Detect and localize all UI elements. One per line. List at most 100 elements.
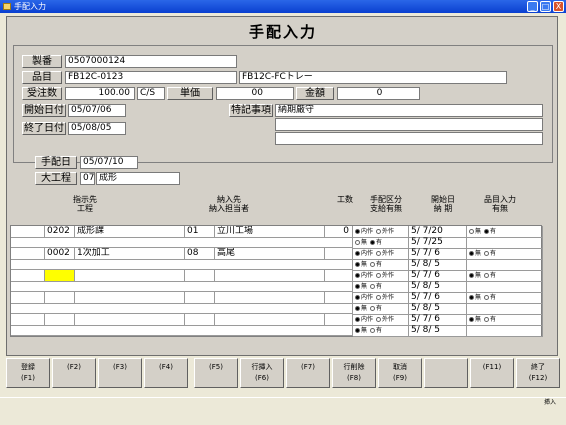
hinmoku-radio-0[interactable]: 無 xyxy=(469,294,481,301)
hinmoku-radio-1[interactable]: 有 xyxy=(484,316,496,323)
shikyu-radio-1[interactable]: 有 xyxy=(370,239,382,246)
tanka-label: 単価 xyxy=(167,87,213,100)
hinmoku-radio-0[interactable]: 無 xyxy=(469,316,481,323)
note-line-1[interactable]: 納期厳守 xyxy=(275,104,543,117)
radio-dot-icon xyxy=(370,284,376,289)
fkey-button-1[interactable]: 登録 (F1) xyxy=(6,358,50,388)
tehai-radio-0[interactable]: 内作 xyxy=(355,294,373,301)
fkey-button-8[interactable]: 行削除 (F8) xyxy=(332,358,376,388)
tehai-radio-0[interactable]: 内作 xyxy=(355,316,373,323)
hinmoku-code-field[interactable]: FB12C-0123 xyxy=(65,71,237,84)
tehai-radio-label: 内作 xyxy=(361,228,374,235)
hinmoku-radio-1[interactable]: 有 xyxy=(484,294,496,301)
shikyu-radio-1[interactable]: 有 xyxy=(370,305,382,312)
tehai-date-field[interactable]: 05/07/10 xyxy=(80,156,138,169)
juchusu-label: 受注数 xyxy=(22,87,62,100)
radio-dot-icon xyxy=(355,295,360,300)
end-date-label: 終了日付 xyxy=(22,122,66,135)
fkey-key: (F12) xyxy=(528,374,548,382)
fkey-button-9[interactable]: 取消 (F9) xyxy=(378,358,422,388)
tehai-radio-1[interactable]: 外作 xyxy=(376,250,394,257)
hinmoku-radio-1[interactable]: 有 xyxy=(484,250,496,257)
col-nonyu-header: 納入先 納入担当者 xyxy=(199,195,259,213)
tehai-radio-1[interactable]: 外作 xyxy=(376,272,394,279)
tehai-radio-label: 外作 xyxy=(382,316,395,323)
radio-dot-icon xyxy=(469,317,474,322)
fkey-key: (F9) xyxy=(393,374,407,382)
radio-dot-icon xyxy=(469,295,474,300)
process-name-field[interactable]: 成形 xyxy=(96,172,180,185)
juchusu-field[interactable]: 100.00 xyxy=(65,87,135,100)
seiban-field[interactable]: 0507000124 xyxy=(65,55,237,68)
radio-dot-icon xyxy=(484,251,490,256)
close-button[interactable]: X xyxy=(553,1,564,12)
tehai-radio-0[interactable]: 内作 xyxy=(355,250,373,257)
fkey-button-3[interactable]: (F3) xyxy=(98,358,142,388)
shikyu-radio-0[interactable]: 無 xyxy=(355,283,367,290)
hinmoku-radio-1[interactable]: 有 xyxy=(484,228,496,235)
fkey-button-12[interactable]: 終了 (F12) xyxy=(516,358,560,388)
fkey-button-6[interactable]: 行挿入 (F6) xyxy=(240,358,284,388)
shikyu-radio-label: 無 xyxy=(361,327,368,334)
tehai-radio-0[interactable]: 内作 xyxy=(355,272,373,279)
radio-dot-icon xyxy=(370,262,376,267)
fkey-key: (F7) xyxy=(301,363,315,371)
hinmoku-radio-0[interactable]: 無 xyxy=(469,228,481,235)
fkey-key: (F8) xyxy=(347,374,361,382)
shikyu-radio-0[interactable]: 無 xyxy=(355,239,367,246)
shikyu-radio-1[interactable]: 有 xyxy=(370,327,382,334)
radio-dot-icon xyxy=(469,273,474,278)
radio-dot-icon xyxy=(484,317,490,322)
hinmoku-radio-label: 有 xyxy=(490,294,497,301)
fkey-label: 登録 xyxy=(21,363,35,371)
tehai-radio-label: 外作 xyxy=(382,272,395,279)
due-date-cell[interactable]: 5/ 8/ 5 xyxy=(409,325,467,337)
tanka-field[interactable]: 00 xyxy=(216,87,294,100)
col-kosu-header: 工数 xyxy=(333,195,357,204)
fkey-key: (F6) xyxy=(255,374,269,382)
radio-dot-icon xyxy=(376,251,382,256)
kingaku-field[interactable]: 0 xyxy=(337,87,420,100)
tehai-radio-1[interactable]: 外作 xyxy=(376,316,394,323)
seiban-label: 製番 xyxy=(22,55,62,68)
fkey-button-10[interactable] xyxy=(424,358,468,388)
tehai-radio-1[interactable]: 外作 xyxy=(376,228,394,235)
process-code-field[interactable]: 07 xyxy=(80,172,95,185)
fkey-button-4[interactable]: (F4) xyxy=(144,358,188,388)
end-date-field[interactable]: 05/08/05 xyxy=(68,122,126,135)
note-line-3[interactable] xyxy=(275,132,543,145)
hinmoku-name-field[interactable]: FB12C-FCトレー xyxy=(239,71,507,84)
fkey-button-2[interactable]: (F2) xyxy=(52,358,96,388)
col-kubun-header: 手配区分 支給有無 xyxy=(359,195,413,213)
shikyu-radio-0[interactable]: 無 xyxy=(355,305,367,312)
hinmoku-radio-label: 有 xyxy=(490,228,497,235)
hinmoku-radio-1[interactable]: 有 xyxy=(484,272,496,279)
minimize-button[interactable]: _ xyxy=(527,1,538,12)
hinmoku-label: 品目 xyxy=(22,71,62,84)
fkey-button-5[interactable]: (F5) xyxy=(194,358,238,388)
shikyu-radio-1[interactable]: 有 xyxy=(370,261,382,268)
shikyu-radio-1[interactable]: 有 xyxy=(370,283,382,290)
hinmoku-radio-0[interactable]: 無 xyxy=(469,250,481,257)
radio-dot-icon xyxy=(370,306,376,311)
detail-grid: 0202 成形課 01 立川工場 0 内作 外作無有 5/ 7/20 5/ 7/25 無有 0002… xyxy=(10,225,543,337)
function-key-bar: 登録 (F1) (F2) (F3) (F4) (F5) 行挿入 (F6) (F7) 行削除 (F8)… xyxy=(0,358,566,388)
hinmoku-radio-label: 無 xyxy=(475,250,482,257)
fkey-key: (F11) xyxy=(482,363,502,371)
col-kubun-line2: 支給有無 xyxy=(370,204,402,213)
maximize-button[interactable]: □ xyxy=(540,1,551,12)
hinmoku-radio-0[interactable]: 無 xyxy=(469,272,481,279)
tehai-radio-1[interactable]: 外作 xyxy=(376,294,394,301)
note-line-2[interactable] xyxy=(275,118,543,131)
app-icon xyxy=(3,3,11,10)
shikyu-radio-0[interactable]: 無 xyxy=(355,327,367,334)
tehai-radio-0[interactable]: 内作 xyxy=(355,228,373,235)
start-date-field[interactable]: 05/07/06 xyxy=(68,104,126,117)
fkey-label: 取消 xyxy=(393,363,407,371)
fkey-button-11[interactable]: (F11) xyxy=(470,358,514,388)
unit-field[interactable]: C/S xyxy=(137,87,165,100)
fkey-button-7[interactable]: (F7) xyxy=(286,358,330,388)
hinmoku-radio-label: 無 xyxy=(475,294,482,301)
shikyu-radio-0[interactable]: 無 xyxy=(355,261,367,268)
fkey-key: (F5) xyxy=(209,363,223,371)
